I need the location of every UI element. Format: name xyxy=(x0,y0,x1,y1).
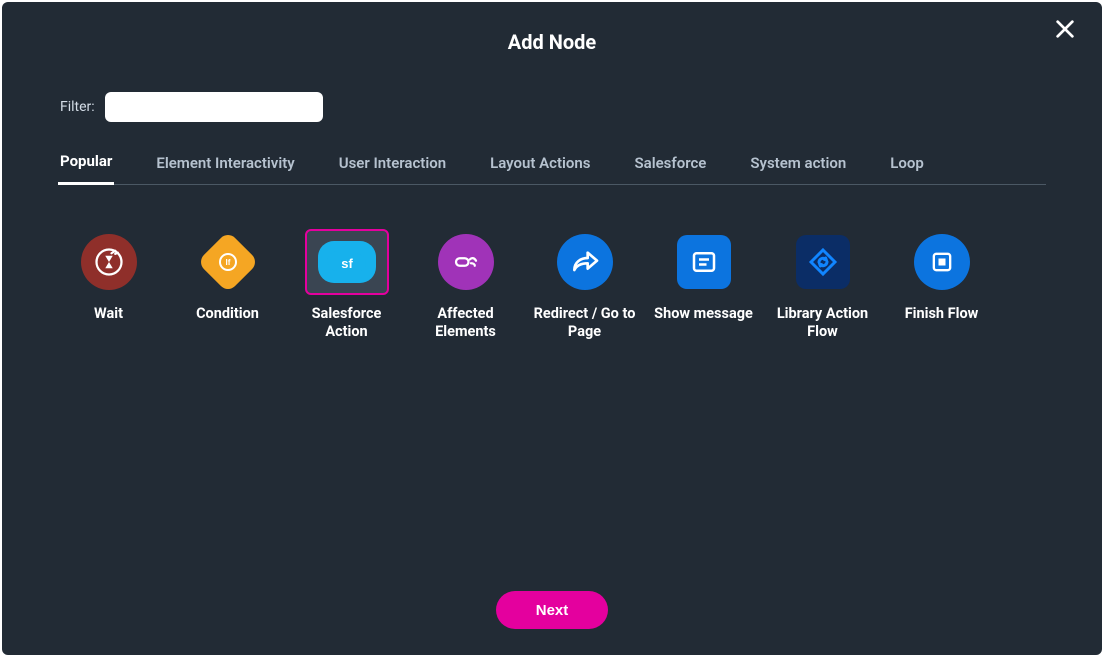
node-icon-wrap xyxy=(67,229,151,295)
tab-system-action[interactable]: System action xyxy=(748,154,848,184)
tabs: Popular Element Interactivity User Inter… xyxy=(58,152,1046,185)
add-node-dialog: Add Node Filter: Popular Element Interac… xyxy=(2,2,1102,655)
tab-salesforce[interactable]: Salesforce xyxy=(632,154,708,184)
node-icon-wrap xyxy=(662,229,746,295)
node-wait[interactable]: Wait xyxy=(50,229,167,341)
tab-loop[interactable]: Loop xyxy=(888,154,926,184)
filter-input[interactable] xyxy=(105,92,323,122)
tab-layout-actions[interactable]: Layout Actions xyxy=(488,154,592,184)
node-label: Condition xyxy=(196,305,259,323)
close-icon xyxy=(1054,18,1082,40)
node-label: Wait xyxy=(94,305,123,323)
tab-user-interaction[interactable]: User Interaction xyxy=(337,154,448,184)
node-icon-wrap xyxy=(781,229,865,295)
dialog-footer: Next xyxy=(2,591,1102,629)
node-icon-wrap: If xyxy=(186,229,270,295)
filter-label: Filter: xyxy=(60,99,95,115)
node-label: Redirect / Go to Page xyxy=(529,305,641,341)
node-label: Affected Elements xyxy=(410,305,522,341)
dialog-title: Add Node xyxy=(2,2,1102,54)
node-label: Salesforce Action xyxy=(291,305,403,341)
node-redirect[interactable]: Redirect / Go to Page xyxy=(526,229,643,341)
node-show-message[interactable]: Show message xyxy=(645,229,762,341)
filter-row: Filter: xyxy=(2,54,1102,122)
tab-popular[interactable]: Popular xyxy=(58,152,114,185)
node-finish-flow[interactable]: Finish Flow xyxy=(883,229,1000,341)
node-condition[interactable]: If Condition xyxy=(169,229,286,341)
node-icon-wrap: sf xyxy=(305,229,389,295)
node-library-action-flow[interactable]: Library Action Flow xyxy=(764,229,881,341)
diamond-if-icon: If xyxy=(196,231,258,293)
share-arrow-icon xyxy=(557,234,613,290)
node-affected-elements[interactable]: Affected Elements xyxy=(407,229,524,341)
node-icon-wrap xyxy=(424,229,508,295)
hourglass-icon xyxy=(81,234,137,290)
stop-square-icon xyxy=(914,234,970,290)
node-icon-wrap xyxy=(543,229,627,295)
node-label: Show message xyxy=(654,305,753,323)
node-label: Library Action Flow xyxy=(767,305,879,341)
next-button[interactable]: Next xyxy=(496,591,608,629)
message-lines-icon xyxy=(677,235,731,289)
refresh-diamond-icon xyxy=(796,235,850,289)
close-button[interactable] xyxy=(1054,18,1082,46)
hand-tap-icon xyxy=(438,234,494,290)
node-grid: Wait If Condition xyxy=(2,185,1102,341)
cloud-sf-icon: sf xyxy=(318,241,376,283)
node-salesforce-action[interactable]: sf Salesforce Action xyxy=(288,229,405,341)
svg-text:sf: sf xyxy=(341,256,353,271)
node-label: Finish Flow xyxy=(905,305,979,323)
tab-element-interactivity[interactable]: Element Interactivity xyxy=(154,154,296,184)
svg-text:If: If xyxy=(225,258,230,267)
node-icon-wrap xyxy=(900,229,984,295)
